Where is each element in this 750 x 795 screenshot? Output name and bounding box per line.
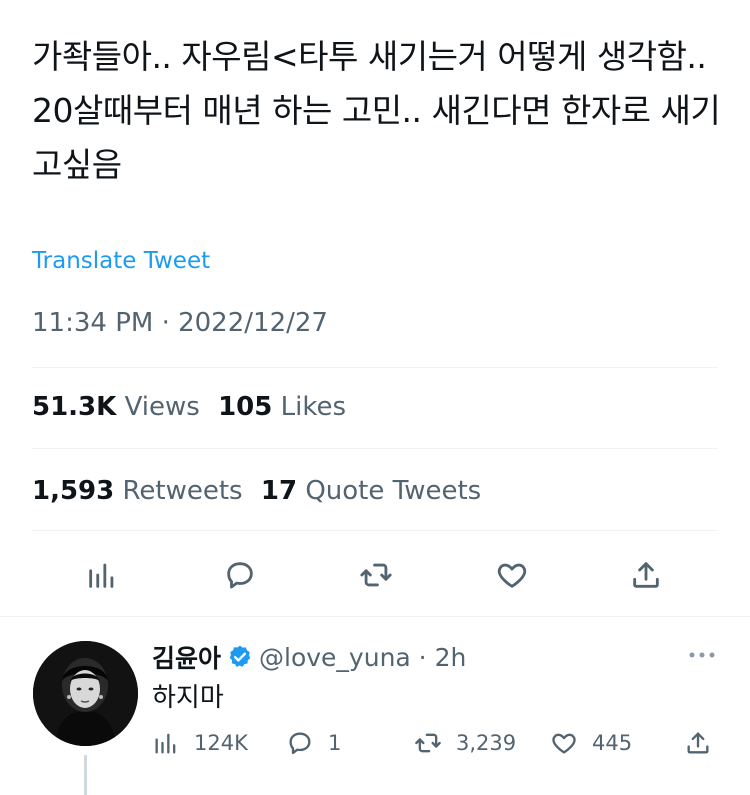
divider (32, 530, 718, 531)
reply-reply-button[interactable]: 1 (286, 729, 341, 757)
reply-retweet-button[interactable]: 3,239 (414, 729, 516, 757)
thread-line (84, 755, 87, 795)
divider (32, 448, 718, 449)
share-button[interactable] (624, 553, 668, 597)
tweet-text: 가좍들아.. 자우림<타투 새기는거 어떻게 생각함.. 20살때부터 매년 하… (32, 37, 721, 184)
reply-likes-count: 445 (592, 731, 633, 755)
share-icon (687, 732, 709, 754)
reply-icon (289, 732, 311, 755)
analytics-button[interactable] (80, 553, 124, 597)
tweet-action-bar (0, 553, 750, 601)
views-count: 51.3K (32, 392, 117, 422)
reply-replies-count: 1 (328, 731, 342, 755)
retweets-label: Retweets (122, 476, 243, 506)
retweet-icon (415, 733, 441, 753)
views-label: Views (124, 392, 200, 422)
reply-views-button[interactable]: 124K (152, 729, 248, 757)
reply-retweets-count: 3,239 (456, 731, 517, 755)
like-icon (497, 563, 527, 588)
reply-header: 김윤아 @love_yuna · 2h (152, 639, 466, 675)
views-likes-row: 51.3K Views 105 Likes (32, 392, 356, 422)
quotes-label: Quote Tweets (305, 476, 482, 506)
avatar-image (33, 641, 138, 746)
analytics-icon (155, 733, 176, 754)
retweets-quotes-row: 1,593 Retweets 17 Quote Tweets (32, 476, 491, 506)
translate-tweet-link[interactable]: Translate Tweet (32, 248, 210, 274)
divider (32, 367, 718, 368)
retweets-stat[interactable]: 1,593 Retweets (32, 476, 243, 506)
reply-like-button[interactable]: 445 (550, 729, 632, 757)
quote-tweets-stat[interactable]: 17 Quote Tweets (261, 476, 481, 506)
likes-stat[interactable]: 105 Likes (218, 392, 346, 422)
likes-count: 105 (218, 392, 273, 422)
verified-badge-icon (229, 645, 251, 667)
retweets-count: 1,593 (32, 476, 115, 506)
reply-action-bar: 124K 1 3,239 445 (152, 729, 722, 765)
more-options-icon[interactable] (684, 643, 720, 667)
like-icon (552, 733, 576, 754)
likes-label: Likes (280, 392, 347, 422)
avatar[interactable] (33, 641, 138, 746)
analytics-icon (89, 563, 114, 588)
reply-author-name[interactable]: 김윤아 (152, 639, 221, 675)
reply-button[interactable] (218, 553, 262, 597)
retweet-icon (360, 563, 392, 587)
reply-share-button[interactable] (684, 729, 726, 757)
like-button[interactable] (490, 553, 534, 597)
reply-tweet[interactable]: 김윤아 @love_yuna · 2h 하지마 124K 1 3,239 445 (0, 617, 750, 795)
reply-handle-time[interactable]: @love_yuna · 2h (259, 643, 466, 672)
reply-views-count: 124K (194, 731, 248, 755)
tweet-timestamp[interactable]: 11:34 PM · 2022/12/27 (32, 308, 328, 338)
share-icon (633, 562, 659, 588)
retweet-button[interactable] (354, 553, 398, 597)
reply-icon (227, 562, 253, 589)
quotes-count: 17 (260, 476, 298, 506)
reply-text: 하지마 (152, 683, 224, 713)
views-stat[interactable]: 51.3K Views (32, 392, 200, 422)
